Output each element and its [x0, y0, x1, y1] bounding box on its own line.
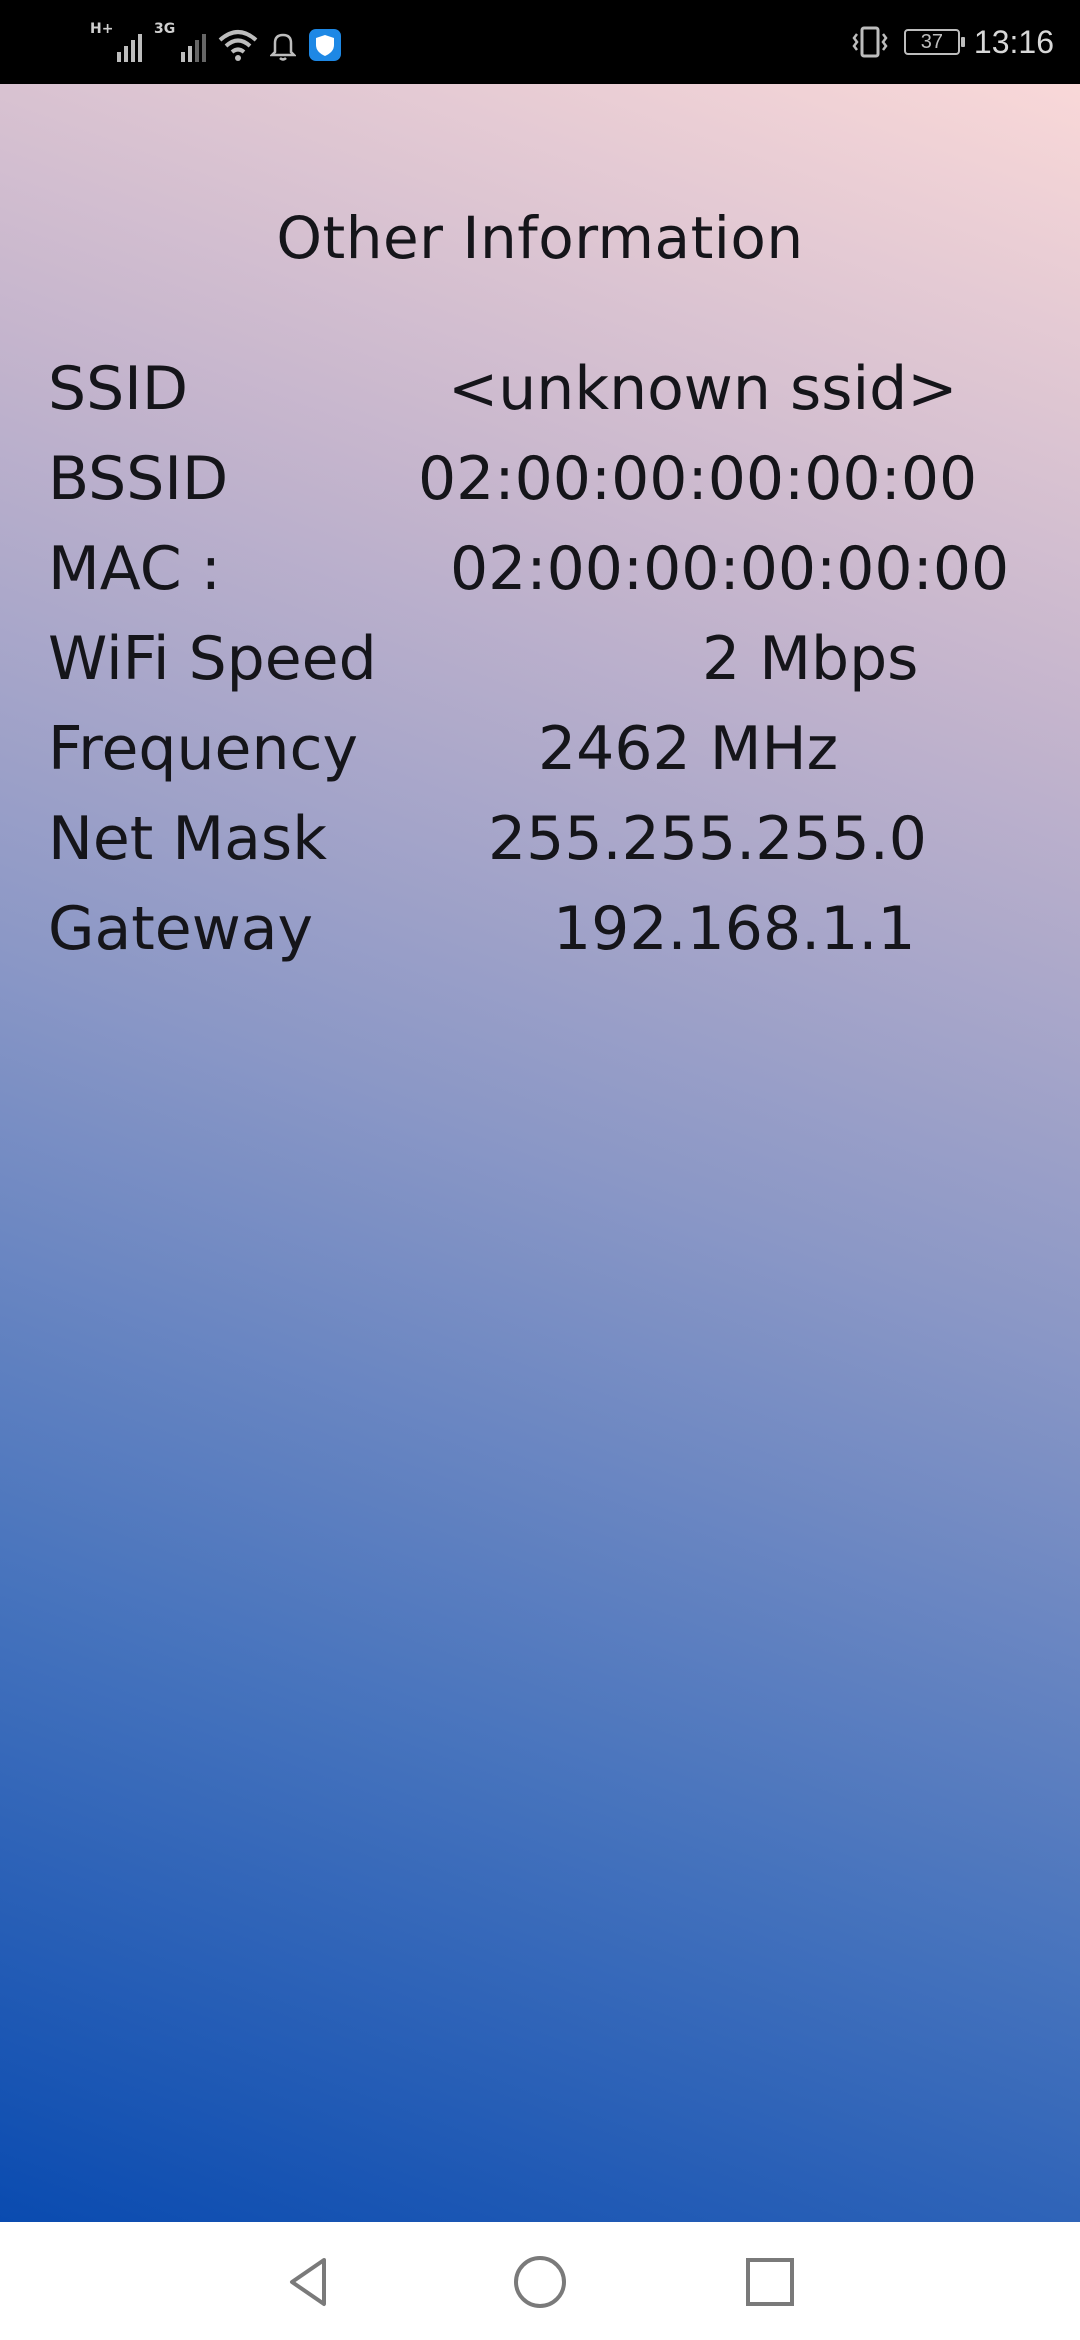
gateway-value: 192.168.1.1 [553, 894, 916, 964]
back-icon[interactable] [280, 2252, 340, 2312]
ssid-label: SSID [48, 354, 189, 424]
network-type-label: 3G [154, 21, 176, 37]
net-mask-label: Net Mask [48, 804, 327, 874]
signal-icon: H+ [90, 22, 142, 62]
battery-icon: 37 [903, 29, 965, 55]
other-information-screen: Other Information SSID <unknown ssid> BS… [0, 84, 1080, 2222]
wifi-speed-value: 2 Mbps [702, 624, 919, 694]
signal-icon: 3G [154, 22, 206, 62]
net-mask-value: 255.255.255.0 [488, 804, 927, 874]
home-icon[interactable] [510, 2252, 570, 2312]
bssid-label: BSSID [48, 444, 229, 514]
navigation-bar [0, 2222, 1080, 2340]
frequency-value: 2462 MHz [538, 714, 839, 784]
mac-value: 02:00:00:00:00:00 [450, 534, 1010, 604]
vibrate-icon [852, 26, 888, 58]
frequency-label: Frequency [48, 714, 358, 784]
wifi-icon [218, 30, 258, 61]
status-bar: H+ 3G 37 13:16 [0, 0, 1080, 84]
status-left-group: H+ 3G [90, 18, 342, 62]
bell-icon [270, 33, 296, 61]
bssid-value: 02:00:00:00:00:00 [418, 444, 978, 514]
network-type-label: H+ [90, 21, 114, 37]
recents-icon[interactable] [740, 2252, 800, 2312]
status-clock: 13:16 [973, 23, 1054, 60]
ssid-value: <unknown ssid> [448, 354, 958, 424]
status-right-group: 37 13:16 [850, 14, 1054, 70]
page-title: Other Information [276, 204, 804, 272]
wifi-speed-label: WiFi Speed [48, 624, 377, 694]
gateway-label: Gateway [48, 894, 314, 964]
shield-app-icon [309, 29, 341, 61]
mac-label: MAC : [48, 534, 221, 604]
